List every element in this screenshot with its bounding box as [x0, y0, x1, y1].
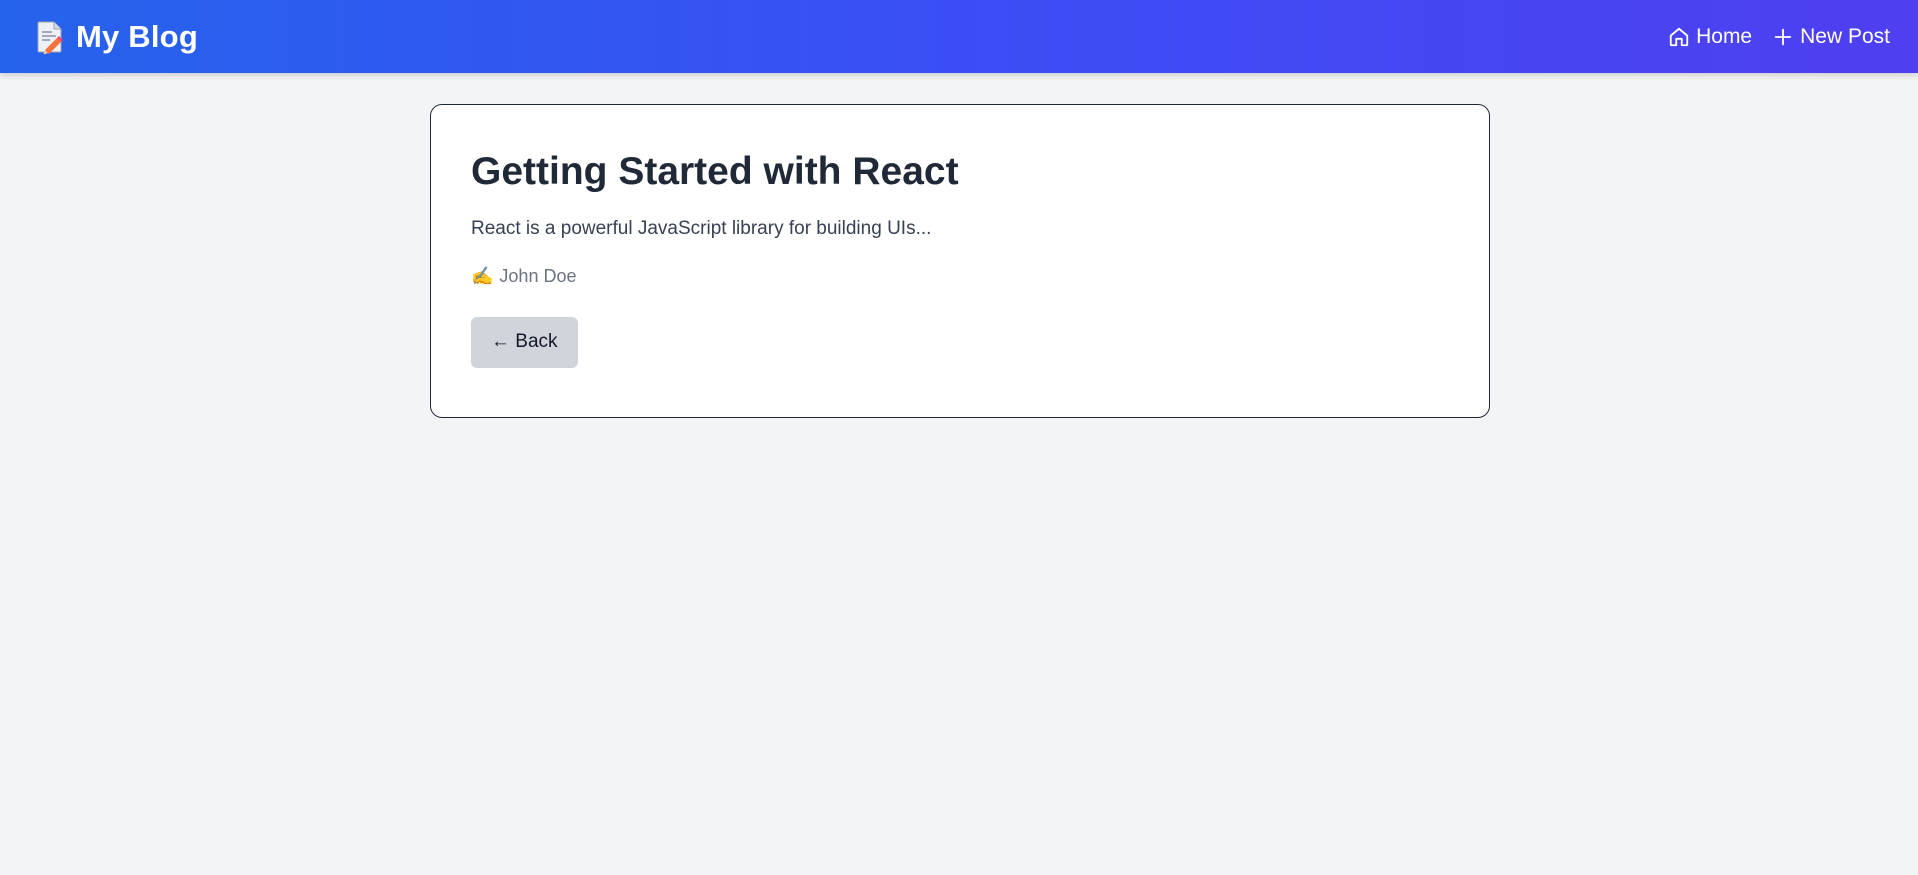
plus-icon — [1772, 26, 1794, 48]
writing-hand-icon: ✍️ — [471, 265, 494, 286]
author-name: John Doe — [499, 265, 577, 286]
nav-home-label: Home — [1696, 24, 1753, 48]
nav-links: Home New Post — [1668, 25, 1890, 49]
nav-new-post-link[interactable]: New Post — [1772, 25, 1890, 49]
post-title: Getting Started with React — [471, 150, 959, 193]
nav-home-link[interactable]: Home — [1668, 25, 1752, 49]
post-card: Getting Started with React React is a po… — [430, 104, 1490, 418]
post-author: ✍️ John Doe — [471, 266, 1449, 287]
memo-icon — [36, 20, 64, 55]
nav-new-post-label: New Post — [1800, 24, 1890, 48]
post-excerpt: React is a powerful JavaScript library f… — [471, 217, 932, 239]
home-icon — [1668, 26, 1690, 48]
back-button[interactable]: ← Back — [471, 316, 578, 368]
top-navbar: My Blog Home New Post — [0, 0, 1918, 73]
brand-title: My Blog — [76, 18, 198, 54]
brand-link[interactable]: My Blog — [36, 19, 198, 55]
